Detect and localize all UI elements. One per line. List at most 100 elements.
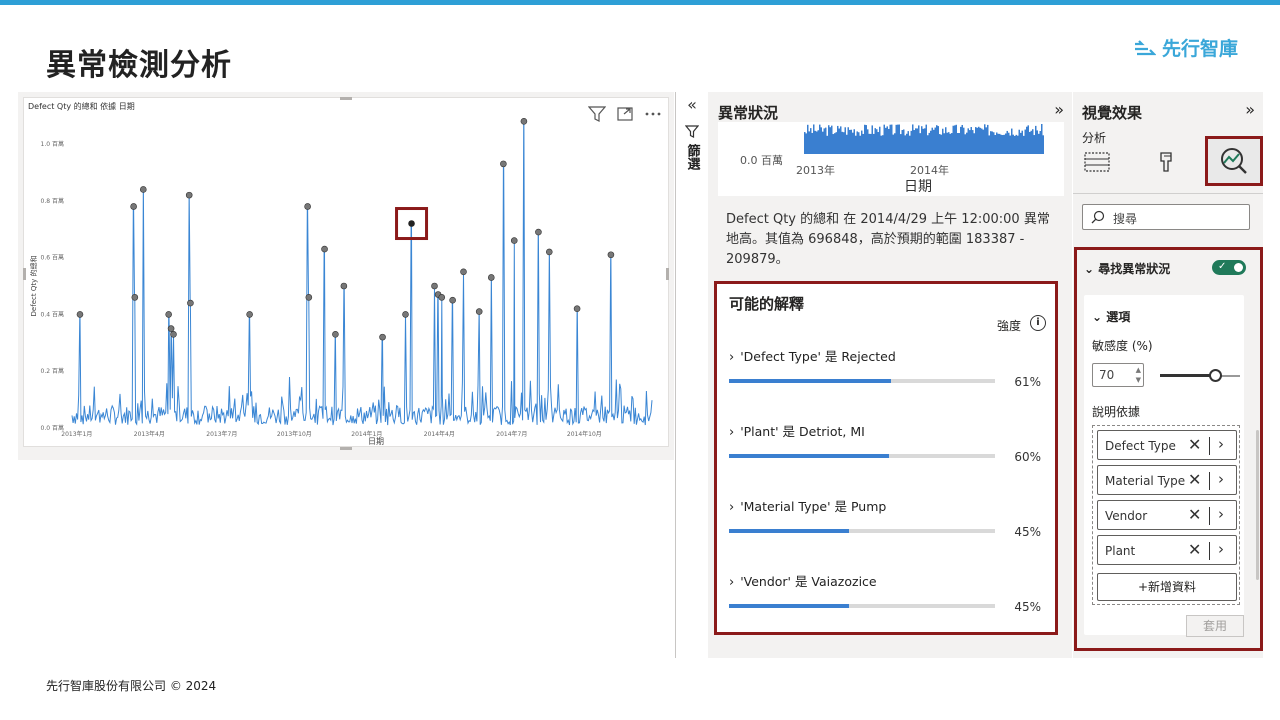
explain-by-field-well[interactable]: Defect Type ✕ › Material Type ✕ › Vendor ✕ › P…	[1092, 425, 1240, 605]
anomaly-marker[interactable]	[304, 203, 311, 210]
sensitivity-stepper[interactable]: 70 ▲ ▼	[1092, 363, 1144, 387]
chart-canvas[interactable]: Defect Qty 的總和 依據 日期 0.0 百萬 0.2 百萬 0.4 百萬 0…	[23, 97, 669, 447]
anomaly-marker[interactable]	[321, 245, 328, 253]
mini-chart-bar	[1023, 135, 1025, 154]
anomaly-marker[interactable]	[332, 330, 339, 338]
anomaly-marker[interactable]	[246, 311, 253, 318]
expand-field-chevron-icon[interactable]: ›	[1218, 470, 1224, 488]
anomaly-marker[interactable]	[76, 311, 84, 318]
anomaly-marker[interactable]	[431, 282, 438, 290]
explanation-item[interactable]: › 'Vendor' 是 Vaiazozice 45%	[729, 571, 1047, 631]
anomaly-marker[interactable]	[535, 228, 542, 236]
remove-field-icon[interactable]: ✕	[1188, 470, 1201, 489]
anomaly-marker[interactable]	[379, 333, 386, 341]
anomaly-marker[interactable]	[402, 311, 409, 318]
collapse-chevron-icon[interactable]: »	[1054, 100, 1064, 119]
anomaly-marker[interactable]	[438, 294, 446, 301]
field-name: Defect Type	[1105, 439, 1176, 453]
find-anomalies-toggle[interactable]: ✓	[1212, 260, 1246, 275]
format-paint-icon[interactable]	[1151, 147, 1187, 183]
x-tick-label: 2013年1月	[61, 430, 92, 438]
mini-chart-bar	[987, 124, 989, 154]
anomaly-marker[interactable]	[475, 308, 483, 315]
strength-label: 強度	[996, 319, 1021, 333]
add-data-button[interactable]: +新增資料	[1097, 573, 1237, 601]
scrollbar[interactable]	[1256, 430, 1259, 580]
options-card: ⌄ 選項 敏感度 (%) 70 ▲ ▼ 說明依據 Defect Type ✕ › Mat…	[1084, 295, 1244, 637]
mini-chart-bar	[1003, 134, 1005, 154]
slide-title: 異常檢測分析	[46, 48, 232, 83]
field-name: Vendor	[1105, 509, 1148, 523]
anomaly-marker[interactable]	[460, 268, 467, 276]
anomaly-marker[interactable]	[520, 117, 528, 125]
analytics-tab[interactable]	[1205, 136, 1263, 186]
mini-chart-bar	[871, 125, 873, 154]
expand-chevron-icon[interactable]: «	[680, 95, 704, 114]
strength-bar	[729, 454, 995, 458]
mini-chart-bar	[948, 132, 950, 154]
explanation-item[interactable]: › 'Material Type' 是 Pump 45%	[729, 496, 1047, 556]
anomaly-marker[interactable]	[185, 191, 193, 199]
resize-handle-right[interactable]	[666, 268, 669, 280]
mini-chart-bar	[931, 127, 933, 154]
anomaly-marker[interactable]	[545, 248, 553, 256]
mini-chart-bar	[969, 130, 971, 154]
anomaly-marker[interactable]	[607, 251, 615, 259]
mini-chart-bar	[909, 135, 911, 154]
apply-button[interactable]: 套用	[1186, 615, 1244, 637]
build-visual-icon[interactable]	[1082, 147, 1118, 183]
spinner-arrows-icon[interactable]: ▲ ▼	[1136, 365, 1141, 385]
remove-field-icon[interactable]: ✕	[1188, 540, 1201, 559]
line-chart-visual[interactable]: Defect Qty 的總和 依據 日期 0.0 百萬 0.2 百萬 0.4 百萬 0…	[18, 92, 674, 460]
mini-chart-bar	[805, 133, 807, 154]
mini-chart-bar	[831, 125, 833, 154]
anomaly-marker[interactable]	[305, 294, 313, 301]
info-icon[interactable]: i	[1030, 315, 1046, 331]
anomaly-marker[interactable]	[187, 299, 194, 307]
field-pill[interactable]: Defect Type ✕ ›	[1097, 430, 1237, 460]
mini-chart-x-label: 日期	[904, 179, 932, 195]
anomaly-marker[interactable]	[500, 160, 507, 168]
expand-field-chevron-icon[interactable]: ›	[1218, 505, 1224, 523]
field-pill[interactable]: Plant ✕ ›	[1097, 535, 1237, 565]
anomaly-marker[interactable]	[487, 274, 495, 281]
anomaly-marker[interactable]	[131, 294, 139, 301]
search-input[interactable]: 搜尋	[1082, 204, 1250, 230]
sensitivity-slider-handle[interactable]	[1209, 369, 1222, 382]
mini-chart-bar	[1021, 130, 1023, 154]
remove-field-icon[interactable]: ✕	[1188, 435, 1201, 454]
field-pill[interactable]: Material Type ✕ ›	[1097, 465, 1237, 495]
anomaly-marker[interactable]	[449, 296, 456, 304]
chart-plot[interactable]: 0.0 百萬0.2 百萬0.4 百萬0.6 百萬0.8 百萬1.0 百萬2013…	[24, 98, 668, 446]
field-pill[interactable]: Vendor ✕ ›	[1097, 500, 1237, 530]
chevron-right-icon: ›	[729, 575, 735, 590]
sensitivity-value: 70	[1099, 368, 1115, 382]
anomaly-marker[interactable]	[170, 330, 177, 338]
resize-handle-left[interactable]	[23, 268, 26, 280]
collapse-chevron-icon[interactable]: »	[1245, 100, 1255, 119]
anomaly-marker[interactable]	[165, 311, 172, 318]
expand-field-chevron-icon[interactable]: ›	[1218, 540, 1224, 558]
resize-handle-top[interactable]	[340, 97, 352, 100]
resize-handle-bottom[interactable]	[340, 447, 352, 450]
anomaly-marker[interactable]	[130, 203, 137, 210]
anomaly-marker[interactable]	[340, 282, 348, 290]
anomaly-marker[interactable]	[167, 325, 175, 332]
mini-chart-bar	[895, 124, 897, 154]
explanation-item[interactable]: › 'Plant' 是 Detriot, MI 60%	[729, 421, 1047, 481]
anomaly-marker[interactable]	[139, 186, 147, 193]
analytics-magnifier-icon	[1221, 148, 1247, 174]
selected-anomaly-marker[interactable]	[408, 220, 415, 227]
mini-chart-bar	[1008, 132, 1010, 154]
remove-field-icon[interactable]: ✕	[1188, 505, 1201, 524]
explanation-item[interactable]: › 'Defect Type' 是 Rejected 61%	[729, 346, 1047, 406]
mini-chart-bar	[912, 124, 914, 154]
find-anomalies-header[interactable]: ⌄ 尋找異常狀況	[1084, 260, 1170, 277]
options-header[interactable]: ⌄ 選項	[1092, 308, 1130, 325]
expand-field-chevron-icon[interactable]: ›	[1218, 435, 1224, 453]
anomaly-marker[interactable]	[573, 305, 581, 313]
anomaly-marker[interactable]	[510, 237, 518, 244]
mini-chart-bar	[961, 124, 963, 154]
filters-pane-collapsed[interactable]: « 篩選	[680, 95, 704, 215]
series-line[interactable]	[71, 120, 653, 426]
